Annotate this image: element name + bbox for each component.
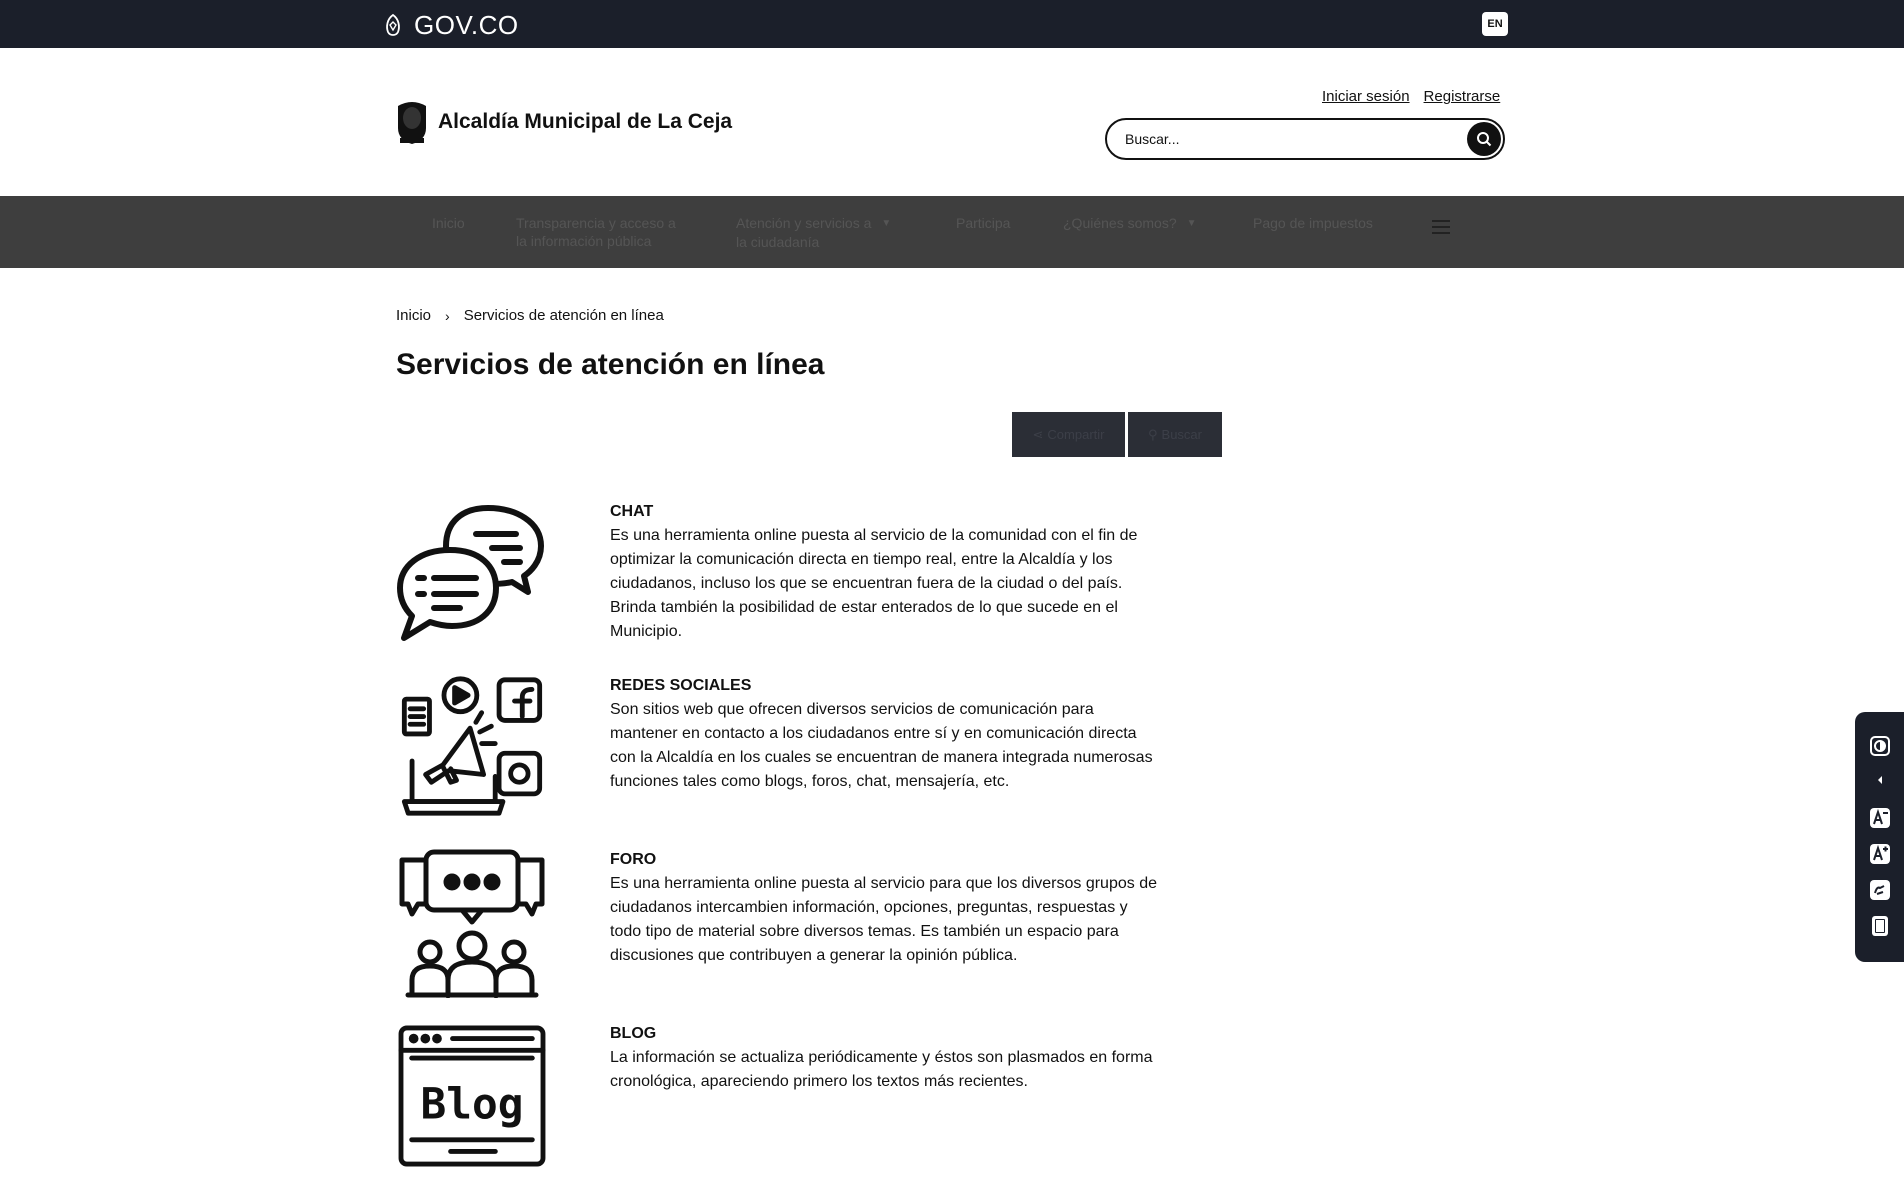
nav-item-transparencia[interactable]: Transparencia y acceso a la información … bbox=[516, 214, 676, 250]
social-media-icon bbox=[401, 676, 543, 816]
nav-item-participa[interactable]: Participa bbox=[956, 214, 1010, 232]
share-icon: ⋖ bbox=[1032, 426, 1044, 442]
service-description: Son sitios web que ofrecen diversos serv… bbox=[610, 698, 1210, 794]
search-button[interactable] bbox=[1467, 122, 1501, 156]
govco-top-bar: GOV.CO EN bbox=[0, 0, 1904, 48]
caret-down-icon: ▼ bbox=[881, 218, 892, 230]
page-search-button-label: Buscar bbox=[1161, 427, 1202, 442]
service-description-line: optimizar la comunicación directa en tie… bbox=[610, 551, 1113, 568]
caret-down-icon: ▼ bbox=[1186, 218, 1197, 230]
nav-item-label: la información pública bbox=[516, 233, 652, 249]
nav-item-label: Atención y servicios a bbox=[736, 215, 872, 231]
nav-item-quienes-somos[interactable]: ¿Quiénes somos? ▼ bbox=[1063, 214, 1197, 233]
service-title: CHAT bbox=[610, 503, 654, 520]
search-icon: ⚲ bbox=[1148, 426, 1158, 442]
decrease-font-icon[interactable] bbox=[1868, 806, 1892, 830]
nav-item-label: Transparencia y acceso a bbox=[516, 215, 676, 231]
service-description: Es una herramienta online puesta al serv… bbox=[610, 524, 1210, 644]
main-navigation: Inicio Transparencia y acceso a la infor… bbox=[0, 196, 1904, 268]
govco-emblem-icon bbox=[386, 13, 400, 36]
contrast-toggle-icon[interactable] bbox=[1868, 734, 1892, 758]
service-description-line: discusiones que contribuyen a generar la… bbox=[610, 947, 1018, 964]
site-brand[interactable]: Alcaldía Municipal de La Ceja bbox=[394, 98, 732, 146]
auth-links: Iniciar sesión Registrarse bbox=[1322, 88, 1500, 105]
breadcrumb: Inicio › Servicios de atención en línea bbox=[396, 307, 664, 324]
service-title: BLOG bbox=[610, 1025, 657, 1042]
search-input[interactable] bbox=[1125, 128, 1435, 150]
menu-hamburger-icon[interactable] bbox=[1432, 220, 1450, 234]
page-title: Servicios de atención en línea bbox=[396, 348, 825, 381]
service-description: La información se actualiza periódicamen… bbox=[610, 1046, 1210, 1094]
site-search bbox=[1105, 118, 1505, 160]
service-description-line: ciudadanos intercambien información, opc… bbox=[610, 899, 1128, 916]
service-text: REDES SOCIALES Son sitios web que ofrece… bbox=[610, 674, 1210, 794]
login-link[interactable]: Iniciar sesión bbox=[1322, 88, 1410, 105]
service-text: CHAT Es una herramienta online puesta al… bbox=[610, 500, 1210, 644]
sign-language-icon[interactable] bbox=[1868, 878, 1892, 902]
blog-window-icon: Blog bbox=[398, 1025, 546, 1167]
govco-logo[interactable]: GOV.CO bbox=[382, 10, 519, 41]
site-name: Alcaldía Municipal de La Ceja bbox=[438, 110, 733, 133]
service-description-line: funciones tales como blogs, foros, chat,… bbox=[610, 773, 1010, 790]
nav-item-label: la ciudadanía bbox=[736, 234, 820, 251]
nav-item-label: ¿Quiénes somos? bbox=[1063, 215, 1177, 231]
service-description-line: cronológica, apareciendo primero los tex… bbox=[610, 1073, 1028, 1090]
municipal-shield-icon bbox=[398, 102, 426, 144]
service-text: BLOG La información se actualiza periódi… bbox=[610, 1022, 1210, 1094]
chevron-right-icon: › bbox=[445, 307, 450, 324]
page-actions: ⋖ Compartir ⚲ Buscar bbox=[1012, 412, 1222, 457]
page-search-button[interactable]: ⚲ Buscar bbox=[1128, 412, 1222, 457]
increase-font-icon[interactable] bbox=[1868, 842, 1892, 866]
service-description-line: con la Alcaldía en los cuales se encuent… bbox=[610, 749, 1153, 766]
accessibility-toolbar bbox=[1855, 712, 1904, 962]
blog-icon-text: Blog bbox=[420, 1079, 523, 1129]
service-description-line: mantener en contacto a los ciudadanos en… bbox=[610, 725, 1137, 742]
site-header: Alcaldía Municipal de La Ceja Iniciar se… bbox=[0, 48, 1904, 196]
service-description-line: Es una herramienta online puesta al serv… bbox=[610, 875, 1157, 892]
nav-item-inicio[interactable]: Inicio bbox=[432, 214, 465, 232]
service-description-line: ciudadanos, incluso los que se encuentra… bbox=[610, 575, 1123, 592]
forum-people-icon bbox=[399, 849, 545, 998]
search-icon bbox=[1477, 132, 1492, 147]
share-button-label: Compartir bbox=[1047, 427, 1105, 442]
breadcrumb-current: Servicios de atención en línea bbox=[463, 307, 664, 324]
service-title: REDES SOCIALES bbox=[610, 677, 752, 694]
service-title: FORO bbox=[610, 851, 657, 868]
service-description-line: Municipio. bbox=[610, 623, 683, 640]
service-description-line: Son sitios web que ofrecen diversos serv… bbox=[610, 701, 1094, 718]
breadcrumb-home-link[interactable]: Inicio bbox=[396, 307, 431, 324]
register-link[interactable]: Registrarse bbox=[1424, 88, 1501, 105]
nav-item-pago-impuestos[interactable]: Pago de impuestos bbox=[1253, 214, 1373, 232]
govco-logo-text: GOV.CO bbox=[414, 10, 519, 40]
nav-item-atencion[interactable]: Atención y servicios a ▼ la ciudadanía bbox=[736, 214, 891, 251]
share-button[interactable]: ⋖ Compartir bbox=[1012, 412, 1125, 457]
service-description: Es una herramienta online puesta al serv… bbox=[610, 872, 1210, 968]
chat-bubbles-icon bbox=[397, 505, 544, 641]
language-toggle-button[interactable]: EN bbox=[1482, 12, 1508, 36]
service-description-line: Brinda también la posibilidad de estar e… bbox=[610, 599, 1118, 616]
reader-mode-icon[interactable] bbox=[1868, 914, 1892, 938]
service-description-line: Es una herramienta online puesta al serv… bbox=[610, 527, 1138, 544]
collapse-arrow-icon[interactable] bbox=[1868, 768, 1892, 792]
service-text: FORO Es una herramienta online puesta al… bbox=[610, 848, 1210, 968]
service-description-line: La información se actualiza periódicamen… bbox=[610, 1049, 1153, 1066]
service-description-line: todo tipo de material sobre diversos tem… bbox=[610, 923, 1119, 940]
